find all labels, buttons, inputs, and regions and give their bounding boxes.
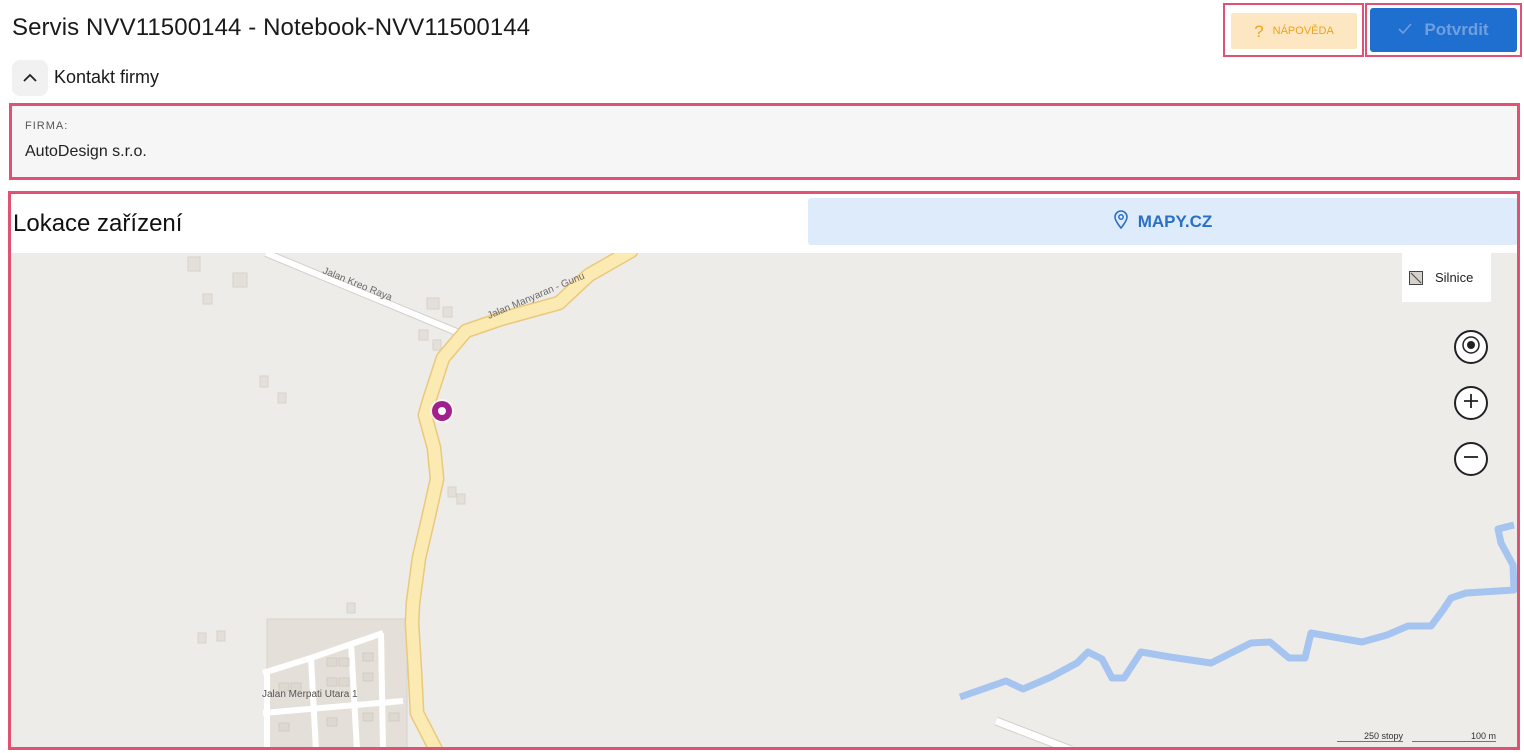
confirm-button-label: Potvrdit [1424, 20, 1489, 39]
map-base-layer: Jalan Kreo Raya Jalan Manyaran - Gunu Ja… [187, 253, 1517, 747]
scale-meters: 100 m [1412, 731, 1496, 742]
firm-label: FIRMA: [25, 120, 69, 132]
firm-value: AutoDesign s.r.o. [25, 143, 147, 160]
confirm-button-frame: Potvrdit [1365, 3, 1522, 57]
chevron-up-icon [23, 69, 37, 87]
help-button[interactable]: ? NÁPOVĚDA [1231, 13, 1357, 49]
location-marker [430, 399, 454, 423]
scale-feet: 250 stopy [1337, 731, 1403, 742]
plus-icon [1463, 393, 1479, 414]
zoom-out-button[interactable] [1454, 442, 1488, 476]
confirm-button[interactable]: Potvrdit [1370, 8, 1517, 52]
section-label-contact: Kontakt firmy [54, 67, 160, 87]
location-section: Lokace zařízení MAPY.CZ Jalan Kreo Raya … [8, 191, 1520, 750]
help-button-frame: ? NÁPOVĚDA [1223, 3, 1364, 57]
mapy-cz-label: MAPY.CZ [1137, 211, 1213, 231]
zoom-in-button[interactable] [1454, 386, 1488, 420]
street-label-merpati: Jalan Merpati Utara 1 [262, 689, 358, 700]
layer-label: Silnice [1435, 270, 1474, 285]
layer-checkbox[interactable] [1409, 270, 1423, 285]
help-button-label: NÁPOVĚDA [1272, 25, 1334, 37]
mapy-cz-button[interactable]: MAPY.CZ [808, 198, 1517, 245]
map-pin-icon [1113, 209, 1128, 234]
map-canvas[interactable]: Jalan Kreo Raya Jalan Manyaran - Gunu Ja… [11, 253, 1517, 747]
collapse-toggle-button[interactable] [12, 60, 48, 96]
target-icon [1461, 335, 1481, 360]
locate-me-button[interactable] [1454, 330, 1488, 364]
question-icon: ? [1254, 21, 1264, 41]
firm-info-box: FIRMA: AutoDesign s.r.o. [9, 103, 1520, 180]
minus-icon [1463, 449, 1479, 470]
location-heading: Lokace zařízení [13, 210, 183, 237]
layer-control[interactable]: Silnice [1402, 253, 1491, 302]
page-title: Servis NVV11500144 - Notebook-NVV1150014… [12, 14, 531, 41]
check-icon [1398, 20, 1412, 40]
